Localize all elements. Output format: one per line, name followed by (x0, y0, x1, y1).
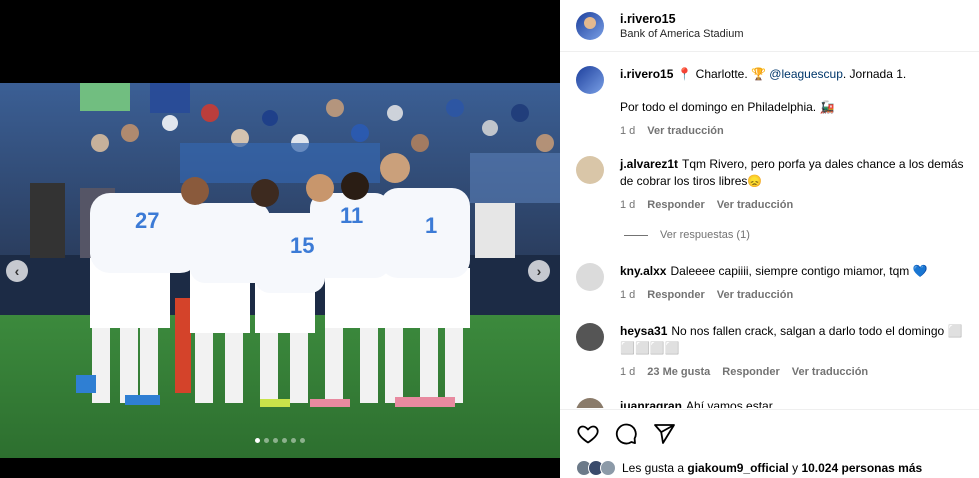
replies-divider (624, 234, 648, 236)
slide-dot (255, 438, 260, 443)
see-translation-button[interactable]: Ver traducción (717, 197, 793, 214)
svg-text:1: 1 (425, 213, 437, 238)
reply-button[interactable]: Responder (647, 197, 704, 214)
commenter-avatar[interactable] (576, 398, 604, 408)
reply-button[interactable]: Responder (647, 287, 704, 304)
see-translation-button[interactable]: Ver traducción (647, 123, 723, 140)
share-icon[interactable] (652, 422, 676, 446)
commenter-avatar[interactable] (576, 156, 604, 184)
svg-text:11: 11 (340, 203, 363, 228)
slide-dot (264, 438, 269, 443)
caption-line2: Por todo el domingo en Philadelphia. 🚂 (620, 100, 835, 114)
caption-text: 📍 Charlotte. 🏆 (677, 67, 770, 81)
slide-dot (291, 438, 296, 443)
post-header: i.rivero15 Bank of America Stadium (560, 0, 979, 52)
likes-count[interactable]: 10.024 personas más (801, 461, 922, 475)
see-translation-button[interactable]: Ver traducción (792, 364, 868, 381)
liker-avatars[interactable] (576, 460, 616, 476)
view-replies-label: Ver respuestas (1) (660, 229, 750, 241)
svg-text:15: 15 (290, 233, 314, 258)
caption-text-end: . Jornada 1. (842, 67, 907, 81)
comment-username[interactable]: j.alvarez1t (620, 157, 678, 171)
post-side-panel: i.rivero15 Bank of America Stadium i.riv… (560, 0, 979, 478)
slide-dot (282, 438, 287, 443)
post-actions: Les gusta a giakoum9_official y 10.024 p… (560, 409, 979, 478)
post-photo[interactable]: 27 15 11 1 (0, 83, 560, 458)
comment-time[interactable]: 1 d (620, 197, 635, 214)
chevron-right-icon[interactable]: › (528, 260, 550, 282)
comment-text: Daleeee capiiii, siempre contigo miamor,… (670, 264, 928, 278)
liker-username[interactable]: giakoum9_official (687, 461, 788, 475)
comment-text: No nos fallen crack, salgan a darlo todo… (620, 324, 963, 355)
likes-prefix: Les gusta a (622, 461, 685, 475)
team-huddle-photo: 27 15 11 1 (0, 83, 560, 458)
comment-likes-count[interactable]: 23 Me gusta (647, 364, 710, 381)
comments-list[interactable]: i.rivero15 📍 Charlotte. 🏆 @leaguescup. Jo… (560, 52, 979, 408)
author-username[interactable]: i.rivero15 (620, 12, 744, 26)
chevron-left-icon[interactable]: ‹ (6, 260, 28, 282)
comment-username[interactable]: heysa31 (620, 324, 667, 338)
comment-username[interactable]: juanragran (620, 399, 682, 408)
reply-button[interactable]: Responder (722, 364, 779, 381)
svg-text:27: 27 (135, 208, 159, 233)
likes-middle: y (792, 461, 799, 475)
post-location[interactable]: Bank of America Stadium (620, 28, 744, 40)
slide-indicator (0, 438, 560, 443)
comment-item: heysa31 No nos fallen crack, salgan a dar… (576, 323, 966, 381)
comment-item: juanragran Ahí vamos estar (576, 398, 966, 408)
author-avatar[interactable] (576, 11, 604, 40)
slide-dot (273, 438, 278, 443)
commenter-avatar[interactable] (576, 323, 604, 351)
author-avatar[interactable] (576, 66, 604, 94)
likes-summary: Les gusta a giakoum9_official y 10.024 p… (576, 460, 922, 476)
view-replies-button[interactable]: Ver respuestas (1) (624, 229, 750, 241)
comment-text: Ahí vamos estar (686, 399, 773, 408)
comment-icon[interactable] (614, 422, 638, 446)
comment-item: kny.alxx Daleeee capiiii, siempre contigo… (576, 263, 966, 304)
caption: i.rivero15 📍 Charlotte. 🏆 @leaguescup. Jo… (576, 66, 966, 140)
post-media: 27 15 11 1 ‹ › (0, 0, 560, 478)
see-translation-button[interactable]: Ver traducción (717, 287, 793, 304)
comment-time[interactable]: 1 d (620, 364, 635, 381)
caption-time[interactable]: 1 d (620, 123, 635, 140)
comment-item: j.alvarez1t Tqm Rivero, pero porfa ya dal… (576, 156, 966, 214)
caption-username[interactable]: i.rivero15 (620, 67, 673, 81)
commenter-avatar[interactable] (576, 263, 604, 291)
caption-mention[interactable]: @leaguescup (769, 67, 843, 81)
liker-avatar (600, 460, 616, 476)
heart-icon[interactable] (576, 422, 600, 446)
comment-time[interactable]: 1 d (620, 287, 635, 304)
slide-dot (300, 438, 305, 443)
comment-username[interactable]: kny.alxx (620, 264, 666, 278)
